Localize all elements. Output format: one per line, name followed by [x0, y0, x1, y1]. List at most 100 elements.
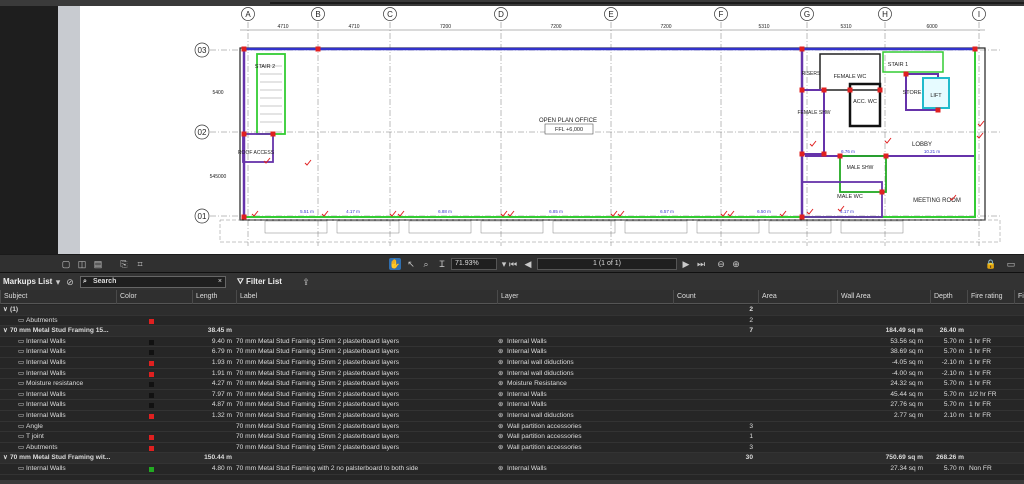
group-row[interactable]: ∨ 70 mm Metal Stud Framing wit... 150.44 m… — [0, 453, 1024, 464]
abutment-marker — [935, 107, 941, 113]
next-page-icon[interactable]: ▶ — [680, 258, 692, 270]
count-cell: 2 — [749, 306, 753, 313]
room-label: LOBBY — [912, 142, 932, 148]
layer-cell: Internal wall diductions — [507, 412, 574, 419]
column-header[interactable]: Subject — [0, 290, 116, 304]
color-swatch — [149, 435, 154, 441]
text-select-icon[interactable]: Ɪ — [436, 258, 448, 270]
layer-icon: ⊛ — [498, 359, 504, 366]
check-marker — [321, 210, 329, 217]
fire-rating-cell: 1 hr FR — [969, 401, 991, 409]
first-page-icon[interactable]: ⏮ — [507, 258, 519, 270]
table-row[interactable]: ▭ Internal Walls 7.97 m 70 mm Metal Stud Fr… — [0, 390, 1024, 401]
fire-rating-cell: Non FR — [969, 465, 992, 472]
snapshot-icon[interactable]: ⎘ — [118, 258, 130, 270]
length-cell — [192, 432, 232, 443]
table-row[interactable]: ▭ Angle 70 mm Metal Stud Framing 15mm 2 pl… — [0, 422, 1024, 433]
table-row[interactable]: ▭ Internal Walls 1.91 m 70 mm Metal Stud Fr… — [0, 369, 1024, 380]
table-row[interactable]: ▭ Moisture resistance 4.27 m 70 mm Metal St… — [0, 379, 1024, 390]
table-row[interactable]: ▭ Internal Walls 4.87 m 70 mm Metal Stud Fr… — [0, 400, 1024, 411]
horizontal-scrollbar[interactable] — [0, 480, 1024, 484]
column-header[interactable]: Length — [192, 290, 236, 304]
group-row[interactable]: ∨ (1) 2 — [0, 305, 1024, 316]
column-header[interactable]: Layer — [497, 290, 673, 304]
forward-view-icon[interactable]: ⊕ — [730, 258, 742, 270]
area-cell — [758, 337, 833, 348]
markup-icon: ▭ — [18, 465, 25, 472]
area-cell — [758, 400, 833, 411]
page-number-field[interactable]: 1 (1 of 1) — [537, 258, 677, 270]
last-page-icon[interactable]: ⏭ — [695, 258, 707, 270]
split-horizontal-icon[interactable]: ▤ — [92, 258, 104, 270]
length-cell: 4.87 m — [211, 401, 232, 409]
wall-area-cell — [837, 305, 923, 316]
table-row[interactable]: ▭ Abutments 2 — [0, 316, 1024, 327]
depth-cell — [926, 422, 964, 433]
area-cell — [758, 305, 833, 316]
table-row[interactable]: ▭ Internal Walls 9.40 m 70 mm Metal Stud Fr… — [0, 337, 1024, 348]
export-icon[interactable]: ⇪ — [300, 276, 312, 288]
table-row[interactable]: ▭ Internal Walls 1.93 m 70 mm Metal Stud Fr… — [0, 358, 1024, 369]
color-swatch — [149, 361, 154, 366]
room-label: MEETING ROOM — [913, 198, 961, 204]
room-label: OPEN PLAN OFFICE — [539, 118, 597, 124]
table-row[interactable]: ▭ Internal Walls 4.80 m 70 mm Metal Stud Fr… — [0, 464, 1024, 475]
view-menu-icon[interactable]: ▭ — [1005, 258, 1017, 270]
measure-label: 4.17 m — [840, 209, 854, 214]
layer-icon: ⊛ — [498, 412, 504, 419]
check-marker — [976, 132, 984, 139]
depth-cell: -2.10 m — [941, 359, 964, 366]
wall-area-cell: 38.69 sq m — [890, 348, 923, 356]
fire-rating-cell — [969, 422, 1014, 433]
table-row[interactable]: ▭ Internal Walls 1.32 m 70 mm Metal Stud Fr… — [0, 411, 1024, 422]
dimension-label: 7200 — [660, 24, 671, 30]
column-header[interactable]: Count — [673, 290, 758, 304]
search-input[interactable]: ⌕ Search × — [80, 276, 226, 288]
count-cell — [673, 379, 753, 390]
lock-icon[interactable]: 🔒 — [985, 258, 997, 270]
abutment-marker — [799, 214, 805, 220]
measure-label: 6.76 m — [841, 149, 855, 154]
abutment-marker — [847, 87, 853, 93]
back-view-icon[interactable]: ⊖ — [715, 258, 727, 270]
column-header[interactable]: Label — [236, 290, 497, 304]
measure-label: 6.50 m — [757, 209, 771, 214]
select-icon[interactable]: ↖ — [405, 258, 417, 270]
table-row[interactable]: ▭ Internal Walls 6.79 m 70 mm Metal Stud Fr… — [0, 347, 1024, 358]
count-cell — [673, 358, 753, 369]
zoom-level-field[interactable]: 71.93% — [451, 258, 497, 270]
hide-markups-icon[interactable]: ⊘ — [64, 276, 76, 288]
access-outline — [242, 133, 274, 163]
table-row[interactable]: ▭ T joint 70 mm Metal Stud Framing 15mm 2 … — [0, 432, 1024, 443]
column-header[interactable]: Fi — [1014, 290, 1024, 304]
pan-hand-icon[interactable]: ✋ — [389, 258, 401, 270]
clear-search-icon[interactable]: × — [218, 277, 222, 287]
filter-list-button[interactable]: ⛛ Filter List — [237, 277, 282, 287]
column-header[interactable]: Fire rating — [967, 290, 1014, 304]
length-cell — [192, 316, 232, 327]
column-header[interactable]: Wall Area — [837, 290, 930, 304]
column-header[interactable]: Area — [758, 290, 837, 304]
abutment-marker — [821, 151, 827, 157]
column-header[interactable]: Color — [116, 290, 192, 304]
label-cell: 70 mm Metal Stud Framing 15mm 2 plasterb… — [236, 348, 400, 356]
panel-dropdown-icon[interactable]: ▾ — [52, 276, 64, 288]
markup-icon: ▭ — [18, 348, 25, 356]
split-vertical-icon[interactable]: ◫ — [76, 258, 88, 270]
floor-plan[interactable]: A B C D E F G H I 03 02 01 4710 4710 7200 7200 7200 5310 5… — [80, 6, 1024, 254]
count-cell — [673, 337, 753, 348]
table-row[interactable]: ▭ Abutments 70 mm Metal Stud Framing 15mm … — [0, 443, 1024, 454]
check-marker — [389, 210, 397, 217]
check-marker — [884, 137, 892, 144]
measure-label: 6.85 m — [549, 209, 563, 214]
single-page-icon[interactable]: ▢ — [60, 258, 72, 270]
check-marker — [507, 210, 515, 217]
prev-page-icon[interactable]: ◀ — [522, 258, 534, 270]
depth-cell: 5.70 m — [943, 401, 964, 409]
subject-cell: Abutments — [26, 443, 58, 451]
crop-icon[interactable]: ⌗ — [134, 258, 146, 270]
drawing-canvas[interactable]: A B C D E F G H I 03 02 01 4710 4710 7200 7200 7200 5310 5… — [80, 6, 1024, 254]
group-row[interactable]: ∨ 70 mm Metal Stud Framing 15... 38.45 m71… — [0, 326, 1024, 337]
column-header[interactable]: Depth — [930, 290, 967, 304]
zoom-icon[interactable]: ⌕ — [420, 258, 432, 270]
